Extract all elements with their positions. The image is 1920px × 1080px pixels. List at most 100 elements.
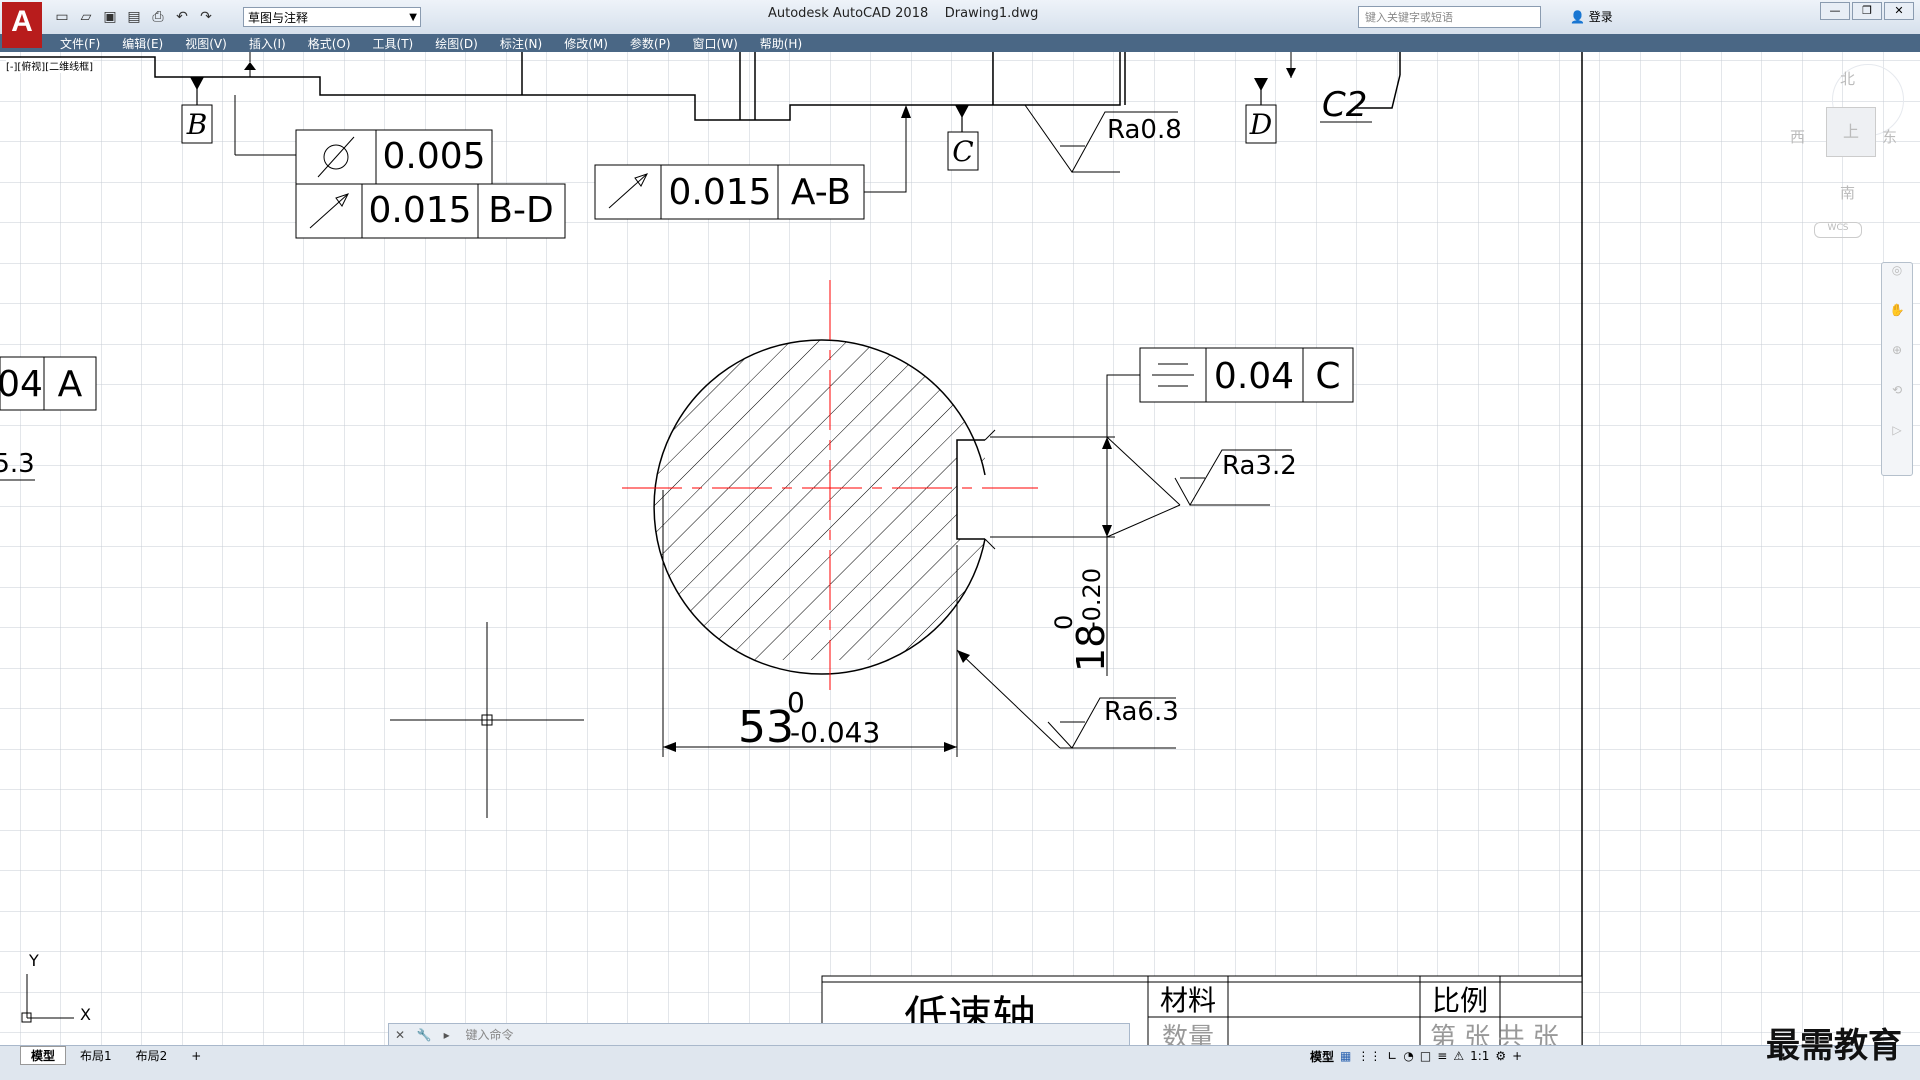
minimize-button[interactable]: —	[1820, 2, 1850, 20]
polar-icon[interactable]: ◔	[1403, 1049, 1413, 1063]
menu-insert[interactable]: 插入(I)	[249, 35, 286, 52]
menu-window[interactable]: 窗口(W)	[693, 35, 738, 52]
menu-tools[interactable]: 工具(T)	[373, 35, 414, 52]
ra32-label: Ra3.2	[1222, 451, 1297, 481]
gear-icon[interactable]: ⚙	[1495, 1049, 1506, 1063]
datum-d-label: D	[1249, 108, 1272, 141]
watermark: 最需教育	[1766, 1026, 1902, 1066]
undo-icon[interactable]: ↶	[172, 7, 192, 27]
tab-model[interactable]: 模型	[20, 1046, 67, 1065]
orbit-icon[interactable]: ⟲	[1882, 383, 1912, 423]
pan-icon[interactable]: ✋	[1882, 303, 1912, 343]
window-controls: — ❐ ✕	[1820, 2, 1914, 20]
command-line[interactable]: ✕ 🔧 ▸ 键入命令	[388, 1023, 1130, 1047]
close-button[interactable]: ✕	[1884, 2, 1914, 20]
app-title: Autodesk AutoCAD 2018	[768, 6, 929, 21]
save-icon[interactable]: ▣	[100, 7, 120, 27]
viewcube-top-face[interactable]: 上	[1826, 107, 1876, 157]
osnap-icon[interactable]: □	[1420, 1049, 1431, 1063]
workspace-label: 草图与注释	[248, 11, 309, 25]
tab-layout2[interactable]: 布局2	[126, 1047, 178, 1064]
annotation-icon[interactable]: ⚠	[1453, 1049, 1464, 1063]
datum-b-label: B	[186, 108, 208, 141]
cylindricity-value: 0.005	[382, 136, 485, 177]
runout-value-1: 0.015	[368, 190, 471, 231]
chevron-down-icon: ▼	[409, 12, 417, 23]
menu-help[interactable]: 帮助(H)	[760, 35, 802, 52]
menu-draw[interactable]: 绘图(D)	[435, 35, 478, 52]
diameter-upper: 0	[787, 686, 805, 719]
fcf-symmetry: 0.04 C	[1139, 347, 1354, 403]
partial-value: 04	[0, 364, 43, 405]
viewport-label[interactable]: [-][俯视][二维线框]	[6, 58, 94, 73]
navigation-bar: ◎ ✋ ⊕ ⟲ ▷	[1881, 262, 1913, 476]
ra08-label: Ra0.8	[1107, 115, 1182, 145]
status-bar: 模型 ▦ ⋮⋮ ∟ ◔ □ ≡ ⚠ 1:1 ⚙ +	[1310, 1047, 1522, 1065]
print-icon[interactable]: ⎙	[148, 7, 168, 27]
workspace-dropdown[interactable]: 草图与注释 ▼	[243, 7, 421, 27]
partial-rough: 5.3	[0, 449, 35, 479]
application-menu-button[interactable]: A	[2, 2, 42, 48]
search-input[interactable]: 键入关键字或短语	[1358, 6, 1541, 28]
material-label: 材料	[1160, 984, 1216, 1017]
menu-bar: 文件(F) 编辑(E) 视图(V) 插入(I) 格式(O) 工具(T) 绘图(D…	[0, 34, 1920, 52]
lineweight-icon[interactable]: ≡	[1437, 1049, 1447, 1063]
menu-modify[interactable]: 修改(M)	[564, 35, 608, 52]
diameter-lower: -0.043	[790, 716, 880, 749]
viewcube-east[interactable]: 东	[1882, 126, 1897, 147]
fcf-cylindricity: 0.005	[295, 129, 493, 185]
user-icon: 👤	[1570, 10, 1585, 24]
drawing-canvas[interactable]: B 0.005 0.015 B-D 0.015 A-B C Ra0.8 D C2…	[0, 52, 1920, 1048]
fcf-runout-a-b: 0.015 A-B	[594, 164, 865, 220]
wcs-menu[interactable]: WCS	[1814, 222, 1862, 238]
viewcube-north[interactable]: 北	[1840, 68, 1855, 89]
new-file-icon[interactable]: ▭	[52, 7, 72, 27]
quick-access-toolbar: ▭ ▱ ▣ ▤ ⎙ ↶ ↷	[52, 6, 216, 28]
tab-layout1[interactable]: 布局1	[70, 1047, 122, 1064]
add-icon[interactable]: +	[1512, 1049, 1522, 1063]
grid-icon[interactable]: ▦	[1340, 1049, 1351, 1063]
ra63-label: Ra6.3	[1104, 697, 1179, 727]
menu-view[interactable]: 视图(V)	[185, 35, 227, 52]
menu-parameter[interactable]: 参数(P)	[630, 35, 671, 52]
window-title: Autodesk AutoCAD 2018 Drawing1.dwg	[768, 6, 1038, 21]
viewcube-south[interactable]: 南	[1840, 182, 1855, 203]
menu-file[interactable]: 文件(F)	[60, 35, 100, 52]
menu-format[interactable]: 格式(O)	[308, 35, 351, 52]
symmetry-datum: C	[1315, 356, 1340, 397]
login-button[interactable]: 👤 登录	[1570, 8, 1613, 25]
ucs-x-label: X	[80, 1005, 91, 1024]
status-bar-background	[0, 1065, 1920, 1080]
viewcube[interactable]: 北 西 东 南 上 WCS	[1790, 60, 1910, 240]
command-input[interactable]: 键入命令	[466, 1028, 514, 1042]
ucs-y-label: Y	[28, 951, 39, 970]
ortho-icon[interactable]: ∟	[1387, 1049, 1397, 1063]
restore-button[interactable]: ❐	[1852, 2, 1882, 20]
file-name: Drawing1.dwg	[944, 6, 1039, 21]
close-command-icon[interactable]: ✕	[395, 1028, 405, 1042]
annotation-scale[interactable]: 1:1	[1470, 1049, 1489, 1063]
runout-datum-1: B-D	[488, 190, 553, 231]
runout-value-2: 0.015	[668, 172, 771, 213]
menu-edit[interactable]: 编辑(E)	[122, 35, 163, 52]
status-model[interactable]: 模型	[1310, 1048, 1334, 1065]
viewcube-west[interactable]: 西	[1790, 126, 1805, 147]
customize-icon[interactable]: 🔧	[417, 1028, 432, 1042]
datum-c-label: C	[952, 135, 973, 168]
snap-icon[interactable]: ⋮⋮	[1357, 1049, 1381, 1063]
command-prompt-icon: ▸	[443, 1028, 450, 1042]
menu-list: 文件(F) 编辑(E) 视图(V) 插入(I) 格式(O) 工具(T) 绘图(D…	[60, 34, 802, 52]
open-file-icon[interactable]: ▱	[76, 7, 96, 27]
add-layout-icon[interactable]: +	[181, 1049, 211, 1063]
layout-tabs: 模型 布局1 布局2 +	[0, 1045, 1920, 1065]
keyway-lower: -0.20	[1078, 568, 1106, 630]
steering-wheel-icon[interactable]: ◎	[1882, 263, 1912, 303]
redo-icon[interactable]: ↷	[196, 7, 216, 27]
keyway-upper: 0	[1050, 615, 1078, 630]
save-as-icon[interactable]: ▤	[124, 7, 144, 27]
runout-datum-2: A-B	[791, 172, 851, 213]
menu-dimension[interactable]: 标注(N)	[500, 35, 542, 52]
zoom-icon[interactable]: ⊕	[1882, 343, 1912, 383]
diameter-base: 53	[738, 702, 794, 753]
showmotion-icon[interactable]: ▷	[1882, 423, 1912, 463]
